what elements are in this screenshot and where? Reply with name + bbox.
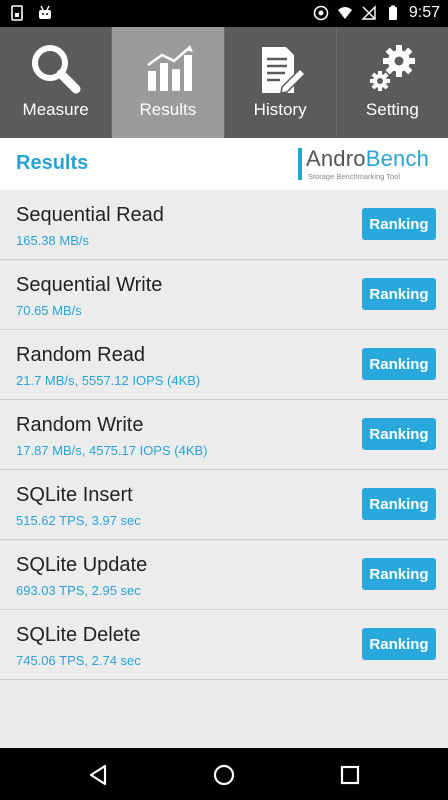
results-header: Results AndroBench Storage Benchmarking …: [0, 138, 448, 191]
result-row-sqlite-delete: SQLite Delete 745.06 TPS, 2.74 sec Ranki…: [0, 610, 448, 680]
logo-suffix: Bench: [365, 146, 430, 171]
tab-bar: Measure Results History Setting: [0, 27, 448, 138]
tab-measure[interactable]: Measure: [0, 27, 113, 138]
logo-name: AndroBench: [306, 146, 429, 172]
result-name: SQLite Delete: [16, 624, 141, 646]
tab-results[interactable]: Results: [112, 27, 225, 138]
recents-icon[interactable]: [337, 762, 363, 788]
page-title: Results: [16, 152, 89, 174]
result-value: 515.62 TPS, 3.97 sec: [16, 513, 141, 528]
tab-history[interactable]: History: [225, 27, 337, 138]
home-icon[interactable]: [211, 762, 237, 788]
result-row-sqlite-update: SQLite Update 693.03 TPS, 2.95 sec Ranki…: [0, 540, 448, 610]
ranking-button[interactable]: Ranking: [362, 558, 436, 590]
ranking-button[interactable]: Ranking: [362, 278, 436, 310]
ranking-button[interactable]: Ranking: [362, 418, 436, 450]
ranking-button[interactable]: Ranking: [362, 208, 436, 240]
result-value: 745.06 TPS, 2.74 sec: [16, 653, 141, 668]
result-name: Random Read: [16, 344, 145, 366]
result-row-sequential-read: Sequential Read 165.38 MB/s Ranking: [0, 190, 448, 260]
result-value: 21.7 MB/s, 5557.12 IOPS (4KB): [16, 373, 201, 388]
status-time: 9:57: [408, 4, 440, 21]
result-row-sqlite-insert: SQLite Insert 515.62 TPS, 3.97 sec Ranki…: [0, 470, 448, 540]
result-value: 165.38 MB/s: [16, 233, 89, 248]
logo-bar: [298, 148, 302, 180]
bar-chart-icon: [147, 45, 193, 91]
ranking-button[interactable]: Ranking: [362, 348, 436, 380]
battery-icon: [388, 5, 397, 20]
android-icon: [39, 5, 51, 19]
back-icon[interactable]: [86, 762, 112, 788]
tab-label: History: [253, 100, 307, 119]
result-value: 17.87 MB/s, 4575.17 IOPS (4KB): [16, 443, 208, 458]
result-name: SQLite Update: [16, 554, 148, 576]
logo-tagline: Storage Benchmarking Tool: [308, 172, 400, 181]
result-value: 693.03 TPS, 2.95 sec: [16, 583, 141, 598]
result-row-random-read: Random Read 21.7 MB/s, 5557.12 IOPS (4KB…: [0, 330, 448, 400]
nav-bar: [0, 748, 448, 800]
result-row-random-write: Random Write 17.87 MB/s, 4575.17 IOPS (4…: [0, 400, 448, 470]
no-signal-icon: [361, 5, 376, 20]
ranking-button[interactable]: Ranking: [362, 628, 436, 660]
result-name: Random Write: [16, 414, 144, 436]
result-row-sequential-write: Sequential Write 70.65 MB/s Ranking: [0, 260, 448, 330]
ranking-button[interactable]: Ranking: [362, 488, 436, 520]
result-name: SQLite Insert: [16, 484, 133, 506]
result-value: 70.65 MB/s: [16, 303, 82, 318]
tab-setting[interactable]: Setting: [337, 27, 448, 138]
androbench-logo: AndroBench Storage Benchmarking Tool: [298, 146, 434, 184]
result-name: Sequential Read: [16, 204, 164, 226]
status-bar: 9:57: [0, 0, 448, 27]
results-list: Sequential Read 165.38 MB/s Ranking Sequ…: [0, 190, 448, 680]
sync-icon: [313, 5, 329, 21]
tab-label: Measure: [22, 100, 89, 119]
document-edit-icon: [262, 47, 307, 94]
tab-label: Results: [139, 100, 197, 119]
gears-icon: [370, 45, 416, 91]
wifi-icon: [337, 7, 352, 19]
sim-card-icon: [11, 5, 23, 21]
magnifier-icon: [31, 45, 81, 94]
result-name: Sequential Write: [16, 274, 163, 296]
logo-prefix: Andro: [306, 146, 366, 171]
tab-label: Setting: [365, 100, 419, 119]
